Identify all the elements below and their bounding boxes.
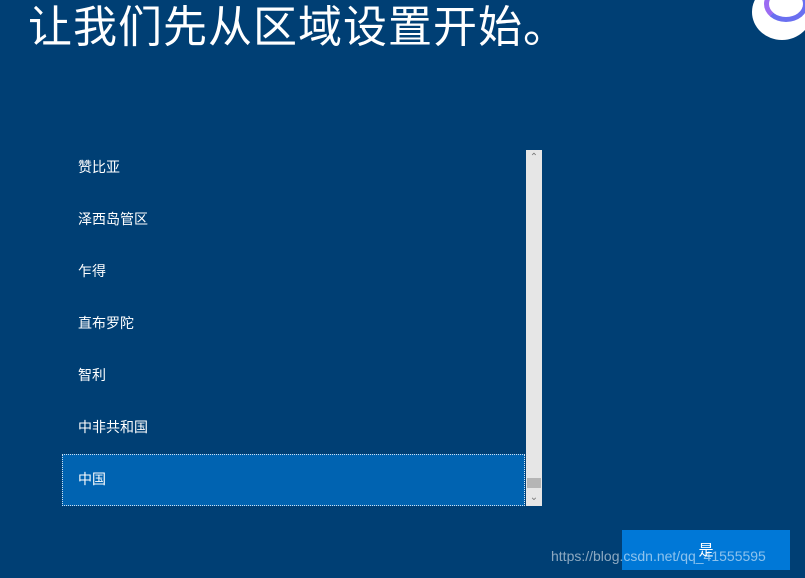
chevron-up-icon[interactable]: ⌃ — [526, 150, 542, 166]
list-item-label: 中非共和国 — [78, 420, 148, 436]
list-item-label: 乍得 — [78, 264, 106, 280]
list-item-label: 泽西岛管区 — [78, 212, 148, 228]
page-title: 让我们先从区域设置开始。 — [28, 2, 568, 53]
cortana-icon — [752, 0, 805, 40]
list-item-label: 智利 — [78, 368, 106, 384]
chevron-down-icon[interactable]: ⌄ — [526, 490, 542, 506]
list-item[interactable]: 赞比亚 — [62, 150, 525, 202]
list-item-label: 直布罗陀 — [78, 316, 134, 332]
region-list[interactable]: 赞比亚 泽西岛管区 乍得 直布罗陀 智利 中非共和国 中国 — [62, 150, 525, 506]
list-scrollbar[interactable]: ⌃ ⌄ — [526, 150, 542, 506]
list-item[interactable]: 直布罗陀 — [62, 306, 525, 358]
scrollbar-thumb[interactable] — [527, 478, 541, 488]
list-item[interactable]: 智利 — [62, 358, 525, 410]
list-item-selected[interactable]: 中国 — [62, 454, 525, 506]
list-item[interactable]: 泽西岛管区 — [62, 202, 525, 254]
list-item-label: 中国 — [78, 472, 106, 488]
list-item[interactable]: 乍得 — [62, 254, 525, 306]
watermark: https://blog.csdn.net/qq_41555595 — [551, 548, 766, 564]
list-item-label: 赞比亚 — [78, 160, 120, 176]
cortana-ring-icon — [764, 0, 805, 22]
